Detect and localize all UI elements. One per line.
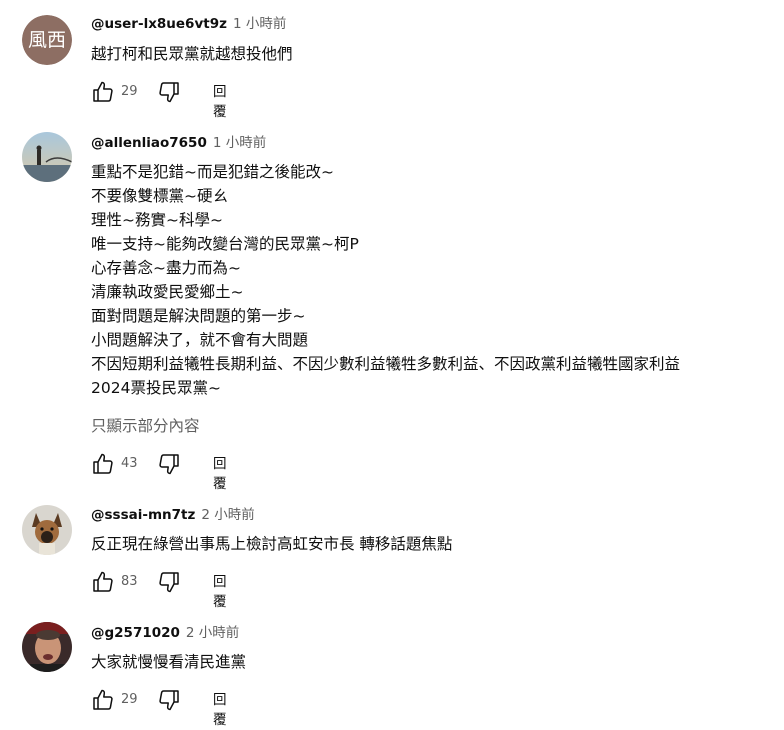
thumb-up-icon[interactable] xyxy=(91,688,115,712)
comment-author[interactable]: @user-lx8ue6vt9z xyxy=(91,16,227,32)
thumb-down-icon[interactable] xyxy=(157,570,181,594)
comment: @allenliao7650 1 小時前 重點不是犯錯~而是犯錯之後能改~ 不要像… xyxy=(0,125,784,492)
comment-text: 反正現在綠營出事馬上檢討高虹安市長 轉移話題焦點 xyxy=(91,535,453,553)
comment: 風西 @user-lx8ue6vt9z 1 小時前 越打柯和民眾黨就越想投他們 2… xyxy=(0,0,784,120)
comment-time[interactable]: 1 小時前 xyxy=(213,135,266,151)
avatar[interactable] xyxy=(22,622,72,672)
thumb-up-icon[interactable] xyxy=(91,570,115,594)
comment-author[interactable]: @sssai-mn7tz xyxy=(91,507,195,523)
reply-button[interactable]: 回覆 xyxy=(213,82,227,122)
comment: @g2571020 2 小時前 大家就慢慢看清民進黨 29 回覆 xyxy=(0,620,784,729)
comment-author[interactable]: @g2571020 xyxy=(91,625,180,641)
avatar[interactable]: 風西 xyxy=(22,15,72,65)
thumb-down-icon[interactable] xyxy=(157,688,181,712)
reply-button[interactable]: 回覆 xyxy=(213,572,227,612)
thumb-down-icon[interactable] xyxy=(157,452,181,476)
reply-button[interactable]: 回覆 xyxy=(213,690,227,730)
comment-author[interactable]: @allenliao7650 xyxy=(91,135,207,151)
comment: @sssai-mn7tz 2 小時前 反正現在綠營出事馬上檢討高虹安市長 轉移話題… xyxy=(0,500,784,610)
reply-button[interactable]: 回覆 xyxy=(213,454,227,494)
comment-text: 越打柯和民眾黨就越想投他們 xyxy=(91,45,293,63)
thumb-up-icon[interactable] xyxy=(91,80,115,104)
like-count: 43 xyxy=(121,456,138,471)
landscape-avatar-image xyxy=(22,132,72,182)
show-more-link[interactable]: 只顯示部分內容 xyxy=(91,416,200,436)
like-count: 29 xyxy=(121,692,138,707)
comment-time[interactable]: 1 小時前 xyxy=(233,16,286,32)
dog-avatar-image xyxy=(22,505,72,555)
comment-time[interactable]: 2 小時前 xyxy=(201,507,254,523)
like-count: 83 xyxy=(121,574,138,589)
person-avatar-image xyxy=(22,622,72,672)
comment-text: 重點不是犯錯~而是犯錯之後能改~ 不要像雙標黨~硬ㄠ 理性~務實~科學~ 唯一支… xyxy=(91,163,681,397)
thumb-up-icon[interactable] xyxy=(91,452,115,476)
avatar[interactable] xyxy=(22,505,72,555)
thumb-down-icon[interactable] xyxy=(157,80,181,104)
like-count: 29 xyxy=(121,84,138,99)
comment-text: 大家就慢慢看清民進黨 xyxy=(91,653,247,671)
avatar[interactable] xyxy=(22,132,72,182)
comment-time[interactable]: 2 小時前 xyxy=(186,625,239,641)
